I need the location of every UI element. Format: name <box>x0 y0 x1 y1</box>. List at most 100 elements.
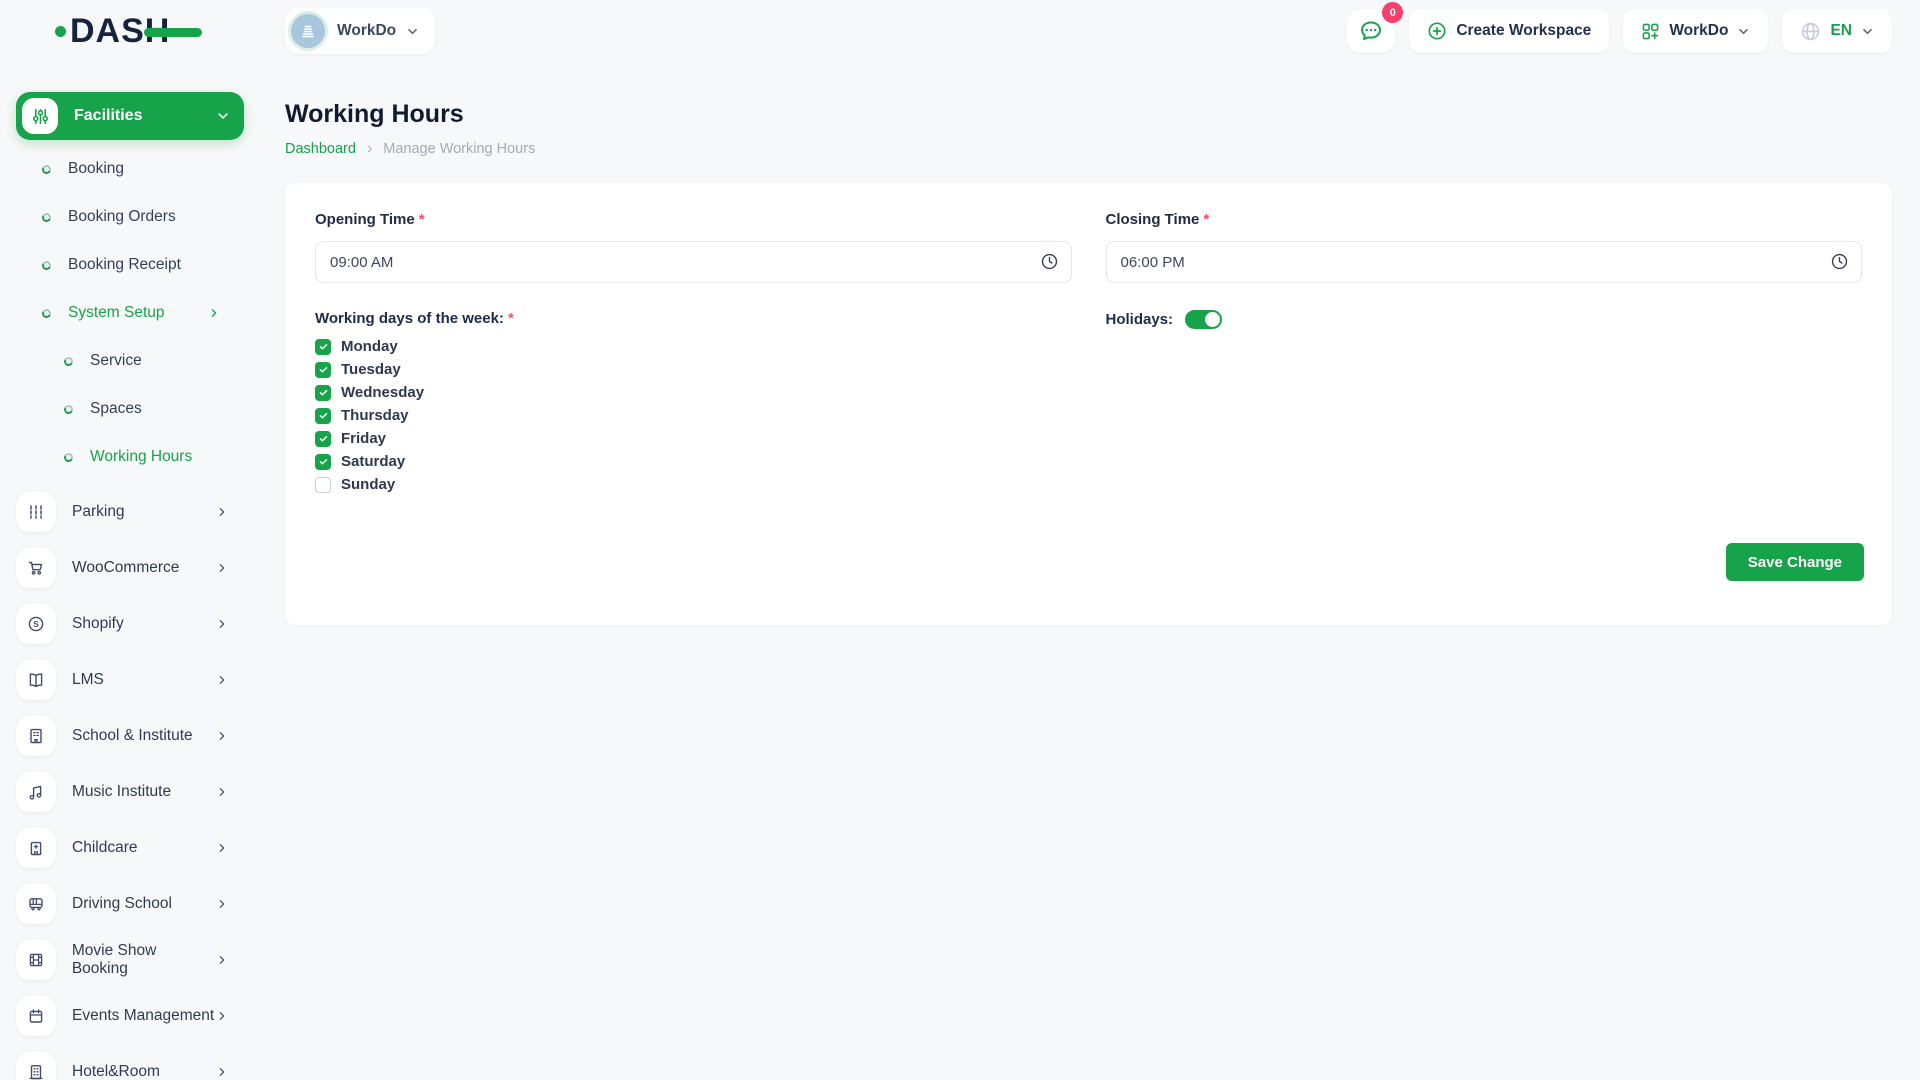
create-workspace-label: Create Workspace <box>1456 22 1591 40</box>
grid-plus-icon <box>1641 22 1660 41</box>
sidebar-item-shopify[interactable]: S Shopify <box>16 596 244 652</box>
day-checkbox-row[interactable]: Thursday <box>315 404 1072 427</box>
bullet-icon <box>63 403 75 415</box>
opening-time-group: Opening Time* Working days of the week:*… <box>315 211 1072 496</box>
breadcrumb-separator: › <box>367 141 372 157</box>
sidebar-item-movie-show-booking[interactable]: Movie Show Booking <box>16 932 244 988</box>
sidebar-item-service[interactable]: Service <box>16 337 244 385</box>
checkbox-monday[interactable] <box>315 339 331 355</box>
day-checkbox-row[interactable]: Sunday <box>315 473 1072 496</box>
sidebar-item-music-institute[interactable]: Music Institute <box>16 764 244 820</box>
music-note-icon <box>16 772 56 812</box>
chevron-right-icon <box>216 506 228 518</box>
breadcrumb-current: Manage Working Hours <box>383 141 535 157</box>
school-icon <box>16 716 56 756</box>
breadcrumb: Dashboard › Manage Working Hours <box>285 141 1892 157</box>
language-selector[interactable]: EN <box>1782 9 1892 53</box>
facilities-iconbox <box>22 98 58 134</box>
checkbox-friday[interactable] <box>315 431 331 447</box>
closing-time-input[interactable] <box>1106 241 1863 283</box>
sidebar-item-booking[interactable]: Booking <box>16 145 244 193</box>
holidays-toggle[interactable] <box>1185 310 1222 329</box>
chevron-down-icon <box>1737 25 1750 38</box>
sidebar-item-lms[interactable]: LMS <box>16 652 244 708</box>
sidebar-section-facilities[interactable]: Facilities <box>16 92 244 140</box>
shopify-icon: S <box>16 604 56 644</box>
chevron-right-icon <box>216 786 228 798</box>
svg-text:S: S <box>33 620 39 629</box>
language-code: EN <box>1830 22 1852 40</box>
sidebar-item-school-institute[interactable]: School & Institute <box>16 708 244 764</box>
bullet-icon <box>63 355 75 367</box>
sliders-icon <box>31 107 50 126</box>
chat-bubble-icon <box>1358 18 1384 44</box>
message-count-badge: 0 <box>1382 2 1403 23</box>
working-days-group: Working days of the week:* Monday Tuesda… <box>315 310 1072 496</box>
facilities-nav: Booking Booking Orders Booking Receipt S… <box>16 145 244 481</box>
breadcrumb-dashboard-link[interactable]: Dashboard <box>285 141 356 157</box>
chevron-right-icon <box>216 954 228 966</box>
day-checkbox-row[interactable]: Saturday <box>315 450 1072 473</box>
chevron-right-icon <box>216 1066 228 1078</box>
sidebar-item-working-hours[interactable]: Working Hours <box>16 433 244 481</box>
sidebar-item-parking[interactable]: Parking <box>16 484 244 540</box>
cart-icon <box>16 548 56 588</box>
parking-icon <box>16 492 56 532</box>
day-checkbox-row[interactable]: Wednesday <box>315 381 1072 404</box>
opening-time-input[interactable] <box>315 241 1072 283</box>
checkbox-tuesday[interactable] <box>315 362 331 378</box>
bus-icon <box>16 884 56 924</box>
working-days-label: Working days of the week:* <box>315 310 1072 327</box>
create-workspace-button[interactable]: Create Workspace <box>1409 9 1609 53</box>
checkbox-wednesday[interactable] <box>315 385 331 401</box>
bullet-icon <box>41 163 53 175</box>
facilities-label: Facilities <box>74 107 142 125</box>
required-asterisk: * <box>1203 211 1209 228</box>
chevron-down-icon <box>216 109 230 123</box>
chevron-down-icon <box>406 25 419 38</box>
sidebar: Facilities Booking Booking Orders Bookin… <box>16 92 244 1080</box>
childcare-building-icon <box>16 828 56 868</box>
sidebar-item-spaces[interactable]: Spaces <box>16 385 244 433</box>
day-checkbox-row[interactable]: Tuesday <box>315 358 1072 381</box>
checkbox-sunday[interactable] <box>315 477 331 493</box>
sidebar-item-childcare[interactable]: Childcare <box>16 820 244 876</box>
calendar-icon <box>16 996 56 1036</box>
sidebar-item-driving-school[interactable]: Driving School <box>16 876 244 932</box>
plus-circle-icon <box>1427 21 1447 41</box>
checkbox-thursday[interactable] <box>315 408 331 424</box>
modules-nav: Parking WooCommerce S Shopify LMS <box>16 484 244 1080</box>
sidebar-item-booking-receipt[interactable]: Booking Receipt <box>16 241 244 289</box>
sidebar-item-events-management[interactable]: Events Management <box>16 988 244 1044</box>
workspace-switcher[interactable]: WorkDo <box>285 8 435 54</box>
sidebar-item-system-setup[interactable]: System Setup <box>16 289 244 337</box>
workspace-menu-label: WorkDo <box>1669 22 1728 40</box>
chevron-right-icon <box>216 618 228 630</box>
clock-icon <box>1830 252 1849 271</box>
sidebar-item-hotel-room[interactable]: Hotel&Room <box>16 1044 244 1080</box>
app-logo: DASH <box>55 14 202 48</box>
chevron-right-icon <box>216 898 228 910</box>
closing-time-group: Closing Time* Holidays: <box>1106 211 1863 496</box>
main-content: Working Hours Dashboard › Manage Working… <box>285 86 1892 625</box>
working-hours-card: Opening Time* Working days of the week:*… <box>285 183 1892 625</box>
chevron-right-icon <box>216 730 228 742</box>
sidebar-item-booking-orders[interactable]: Booking Orders <box>16 193 244 241</box>
required-asterisk: * <box>419 211 425 228</box>
hotel-building-icon <box>16 1052 56 1080</box>
day-checkbox-row[interactable]: Friday <box>315 427 1072 450</box>
bullet-icon <box>41 211 53 223</box>
day-checkbox-row[interactable]: Monday <box>315 335 1072 358</box>
checkbox-saturday[interactable] <box>315 454 331 470</box>
messages-button[interactable]: 0 <box>1347 9 1395 53</box>
chevron-right-icon <box>216 1010 228 1022</box>
workspace-menu-button[interactable]: WorkDo <box>1623 9 1768 53</box>
chevron-right-icon <box>216 842 228 854</box>
required-asterisk: * <box>508 310 514 327</box>
sidebar-item-woocommerce[interactable]: WooCommerce <box>16 540 244 596</box>
workspace-name: WorkDo <box>337 22 396 40</box>
bullet-icon <box>41 307 53 319</box>
save-change-button[interactable]: Save Change <box>1726 543 1864 581</box>
globe-icon <box>1800 21 1821 42</box>
bullet-icon <box>41 259 53 271</box>
